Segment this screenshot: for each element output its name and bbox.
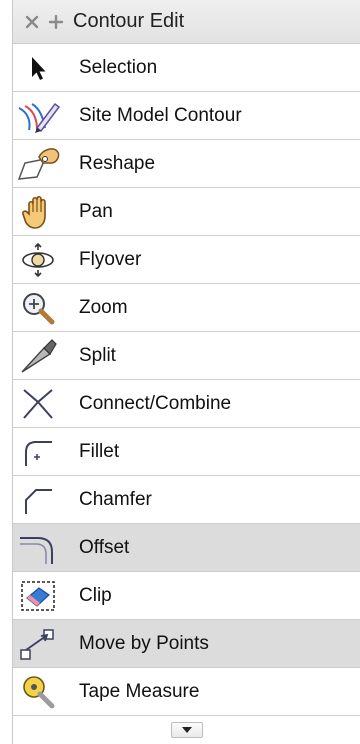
tool-label: Chamfer bbox=[79, 488, 152, 510]
tool-pan[interactable]: Pan bbox=[13, 188, 360, 236]
zoom-magnifier-icon bbox=[13, 284, 63, 332]
tool-label: Selection bbox=[79, 56, 158, 78]
tool-reshape[interactable]: Reshape bbox=[13, 140, 360, 188]
tool-clip[interactable]: Clip bbox=[13, 572, 360, 620]
move-by-points-icon bbox=[13, 620, 63, 668]
tool-label: Pan bbox=[79, 200, 113, 222]
flyover-orbit-icon bbox=[13, 236, 63, 284]
tool-label: Tape Measure bbox=[79, 680, 200, 702]
tool-label: Offset bbox=[79, 536, 130, 558]
fillet-icon bbox=[13, 428, 63, 476]
scroll-down-button[interactable] bbox=[170, 722, 203, 738]
tool-label: Split bbox=[79, 344, 116, 366]
tool-zoom[interactable]: Zoom bbox=[13, 284, 360, 332]
tool-selection[interactable]: Selection bbox=[13, 44, 360, 92]
chevron-down-icon bbox=[181, 727, 192, 733]
reshape-hand-icon bbox=[13, 140, 63, 188]
tool-split[interactable]: Split bbox=[13, 332, 360, 380]
close-icon[interactable] bbox=[23, 13, 41, 31]
tool-move-by-points[interactable]: Move by Points bbox=[13, 620, 360, 668]
tool-flyover[interactable]: Flyover bbox=[13, 236, 360, 284]
tool-list: Selection Site Model Contour Reshape Pan… bbox=[13, 44, 360, 716]
tool-label: Connect/Combine bbox=[79, 392, 232, 414]
palette-title-bar[interactable]: Contour Edit bbox=[13, 0, 360, 44]
tool-tape-measure[interactable]: Tape Measure bbox=[13, 668, 360, 716]
tool-site-model-contour[interactable]: Site Model Contour bbox=[13, 92, 360, 140]
tool-fillet[interactable]: Fillet bbox=[13, 428, 360, 476]
tool-label: Move by Points bbox=[79, 632, 209, 654]
tool-offset[interactable]: Offset bbox=[13, 524, 360, 572]
tool-connect-combine[interactable]: Connect/Combine bbox=[13, 380, 360, 428]
tool-label: Fillet bbox=[79, 440, 120, 462]
tool-label: Flyover bbox=[79, 248, 142, 270]
tool-label: Zoom bbox=[79, 296, 128, 318]
split-knife-icon bbox=[13, 332, 63, 380]
tool-label: Clip bbox=[79, 584, 112, 606]
contour-edit-palette: Contour Edit Selection Site Model Contou… bbox=[12, 0, 360, 744]
palette-title: Contour Edit bbox=[73, 10, 185, 32]
palette-footer bbox=[13, 716, 360, 744]
offset-icon bbox=[13, 524, 63, 572]
tool-label: Site Model Contour bbox=[79, 104, 242, 126]
tool-label: Reshape bbox=[79, 152, 156, 174]
chamfer-icon bbox=[13, 476, 63, 524]
tool-chamfer[interactable]: Chamfer bbox=[13, 476, 360, 524]
expand-icon[interactable] bbox=[47, 13, 65, 31]
contour-pencil-icon bbox=[13, 92, 63, 140]
tape-measure-icon bbox=[13, 668, 63, 716]
clip-eraser-icon bbox=[13, 572, 63, 620]
arrow-cursor-icon bbox=[13, 44, 63, 92]
connect-combine-icon bbox=[13, 380, 63, 428]
pan-hand-icon bbox=[13, 188, 63, 236]
